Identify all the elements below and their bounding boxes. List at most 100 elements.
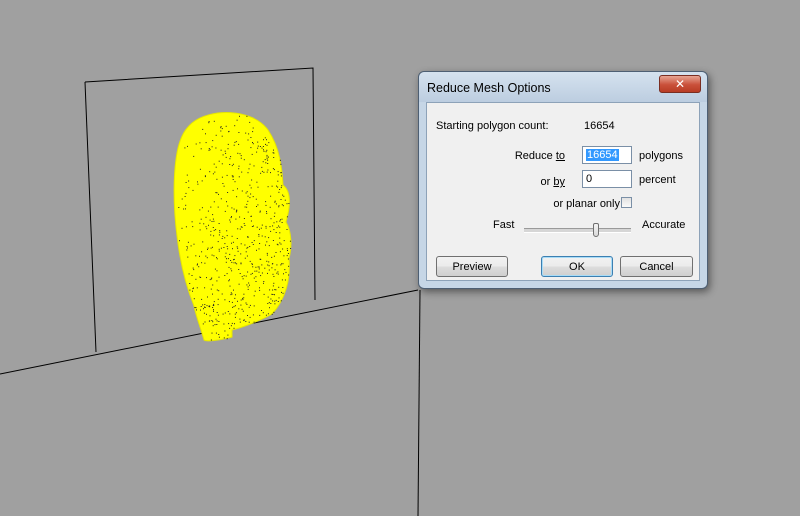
mesh-dot xyxy=(290,248,292,249)
mesh-dot xyxy=(240,155,242,157)
mesh-dot xyxy=(272,294,274,295)
mesh-dot xyxy=(268,237,270,239)
mesh-dot xyxy=(193,269,195,271)
mesh-dot xyxy=(247,200,249,202)
mesh-dot xyxy=(245,251,247,253)
dialog-titlebar[interactable]: Reduce Mesh Options ✕ xyxy=(419,72,707,102)
mesh-dot xyxy=(286,216,288,218)
mesh-dot xyxy=(249,260,251,262)
mesh-dot xyxy=(192,290,193,292)
mesh-dot xyxy=(239,216,241,218)
mesh-dot xyxy=(236,196,238,198)
mesh-dot xyxy=(257,141,259,143)
mesh-dot xyxy=(186,174,188,176)
mesh-dot xyxy=(253,321,255,323)
mesh-dot xyxy=(247,315,248,316)
mesh-dot xyxy=(210,339,212,341)
planar-only-checkbox[interactable] xyxy=(621,197,632,208)
mesh-dot xyxy=(237,247,239,249)
mesh-dot xyxy=(249,197,251,199)
mesh-dot xyxy=(240,226,242,228)
mesh-dot xyxy=(265,227,267,229)
mesh-dot xyxy=(259,146,261,147)
mesh-dot xyxy=(281,204,283,206)
mesh-dot xyxy=(252,244,254,245)
mesh-dot xyxy=(230,260,232,261)
mesh-dot xyxy=(221,128,223,130)
mesh-dot xyxy=(242,297,244,299)
mesh-dot xyxy=(250,137,252,138)
mesh-dot xyxy=(195,278,197,280)
mesh-dot xyxy=(252,314,254,316)
mesh-dot xyxy=(184,147,186,149)
mesh-dot xyxy=(215,147,217,149)
mesh-dot xyxy=(277,174,279,176)
mesh-dot xyxy=(248,306,250,308)
mesh-dot xyxy=(229,327,231,329)
mesh-dot xyxy=(257,145,259,147)
mesh-dot xyxy=(271,313,273,315)
mesh-dot xyxy=(245,275,247,277)
mesh-dot xyxy=(258,271,260,273)
mesh-dot xyxy=(220,130,222,132)
mesh-dot xyxy=(249,246,251,247)
mesh-dot xyxy=(225,252,227,254)
mesh-dot xyxy=(240,262,242,264)
mesh-dot xyxy=(213,310,214,312)
mesh-dot xyxy=(234,297,236,299)
mesh-dot xyxy=(228,280,230,282)
mesh-dot xyxy=(206,313,207,315)
mesh-dot xyxy=(226,258,227,260)
mesh-dot xyxy=(185,208,186,210)
close-button[interactable]: ✕ xyxy=(659,75,701,93)
mesh-dot xyxy=(240,253,242,255)
mesh-dot xyxy=(283,240,285,242)
mesh-dot xyxy=(259,243,261,244)
mesh-dot xyxy=(178,207,180,208)
mesh-dot xyxy=(282,205,284,207)
mesh-dot xyxy=(235,141,237,143)
mesh-dot xyxy=(220,198,222,200)
preview-button[interactable]: Preview xyxy=(436,256,508,277)
mesh-dot xyxy=(251,153,253,155)
mesh-dot xyxy=(230,292,232,294)
mesh-dot xyxy=(218,334,220,335)
mesh-dot xyxy=(201,251,203,253)
mesh-dot xyxy=(273,311,275,313)
mesh-dot xyxy=(273,282,275,284)
mesh-dot xyxy=(210,278,212,280)
mesh-dot xyxy=(224,312,226,314)
mesh-dot xyxy=(257,147,259,149)
mesh-dot xyxy=(234,181,236,183)
mesh-dot xyxy=(250,215,252,217)
reduce-to-input[interactable]: 16654 xyxy=(582,146,632,164)
mesh-dot xyxy=(238,269,240,270)
mesh-dot xyxy=(273,157,275,158)
mesh-dot xyxy=(205,216,207,218)
mesh-dot xyxy=(253,295,255,297)
mesh-dot xyxy=(221,293,223,295)
mesh-dot xyxy=(275,203,277,205)
mesh-dot xyxy=(272,285,274,287)
mesh-dot xyxy=(199,168,201,170)
mesh-dot xyxy=(246,303,248,305)
mesh-dot xyxy=(246,255,248,257)
cancel-button[interactable]: Cancel xyxy=(620,256,693,277)
mesh-dot xyxy=(246,203,248,205)
mesh-dot xyxy=(261,264,263,266)
mesh-dot xyxy=(200,277,202,278)
mesh-dot xyxy=(231,207,233,209)
mesh-dot xyxy=(275,232,277,233)
quality-slider-track[interactable] xyxy=(524,223,631,237)
mesh-dot xyxy=(272,289,274,291)
or-by-percent-input[interactable]: 0 xyxy=(582,170,632,188)
mesh-dot xyxy=(202,241,204,243)
ok-button[interactable]: OK xyxy=(541,256,613,277)
mesh-dot xyxy=(206,277,207,279)
mesh-dot xyxy=(240,157,242,159)
mesh-dot xyxy=(232,189,234,191)
mesh-dot xyxy=(261,147,263,149)
quality-slider-thumb[interactable] xyxy=(592,223,599,237)
mesh-dot xyxy=(238,176,240,178)
mesh-dot xyxy=(212,214,214,216)
